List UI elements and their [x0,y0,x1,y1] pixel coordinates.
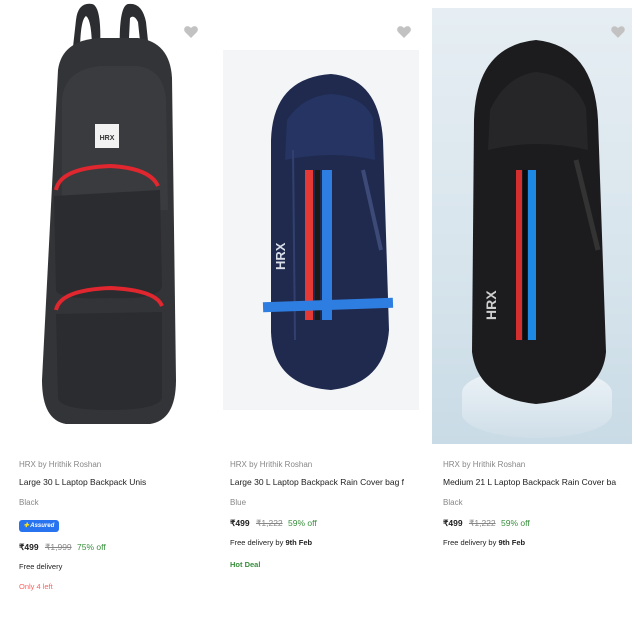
product-title[interactable]: Medium 21 L Laptop Backpack Rain Cover b… [443,472,634,492]
price-row: ₹499 ₹1,222 59% off [230,514,420,532]
price-row: ₹499 ₹1,999 75% off [19,538,207,556]
product-image-1[interactable]: HRX [0,0,213,450]
product-mrp: ₹1,999 [44,542,72,552]
backpack-image-navy: HRX [262,74,394,390]
product-title[interactable]: Large 30 L Laptop Backpack Unis [19,472,207,492]
product-title[interactable]: Large 30 L Laptop Backpack Rain Cover ba… [230,472,420,492]
product-discount: 59% off [288,518,317,528]
delivery-info: Free delivery [19,562,63,571]
product-color: Black [19,498,39,507]
product-card-3[interactable]: HRX HRX by Hrithik Roshan Medium 21 L La… [426,0,640,640]
product-color: Blue [230,498,247,507]
assured-badge: ✚ Assured [19,520,59,532]
product-mrp: ₹1,222 [255,518,283,528]
product-brand: HRX by Hrithik Roshan [230,460,313,469]
delivery-info: Free delivery by 9th Feb [230,538,313,547]
product-color: Black [443,498,463,507]
svg-text:HRX: HRX [100,135,115,142]
svg-text:HRX: HRX [483,290,499,320]
delivery-info: Free delivery by 9th Feb [443,538,526,547]
backpack-image-black-red: HRX [42,3,176,424]
product-image-2[interactable]: HRX [213,0,426,450]
deal-label: Hot Deal [230,560,261,569]
product-info-1: HRX by Hrithik Roshan Large 30 L Laptop … [19,458,207,596]
stock-warning: Only 4 left [19,582,53,591]
product-image-3[interactable]: HRX [426,0,640,450]
svg-text:HRX: HRX [273,242,288,270]
product-price: ₹499 [443,518,463,528]
product-card-1[interactable]: HRX HRX by Hrithik Roshan Large 30 L Lap… [0,0,213,640]
product-price: ₹499 [230,518,250,528]
product-brand: HRX by Hrithik Roshan [443,460,526,469]
backpack-image-black: HRX [472,40,606,404]
product-discount: 59% off [501,518,530,528]
price-row: ₹499 ₹1,222 59% off [443,514,634,532]
product-price: ₹499 [19,542,39,552]
product-card-2[interactable]: HRX HRX by Hrithik Roshan Large 30 L Lap… [213,0,426,640]
product-brand: HRX by Hrithik Roshan [19,460,102,469]
product-info-3: HRX by Hrithik Roshan Medium 21 L Laptop… [443,458,634,554]
heart-icon[interactable] [610,24,626,40]
heart-icon[interactable] [183,24,199,40]
product-mrp: ₹1,222 [468,518,496,528]
heart-icon[interactable] [396,24,412,40]
product-info-2: HRX by Hrithik Roshan Large 30 L Laptop … [230,458,420,576]
product-discount: 75% off [77,542,106,552]
